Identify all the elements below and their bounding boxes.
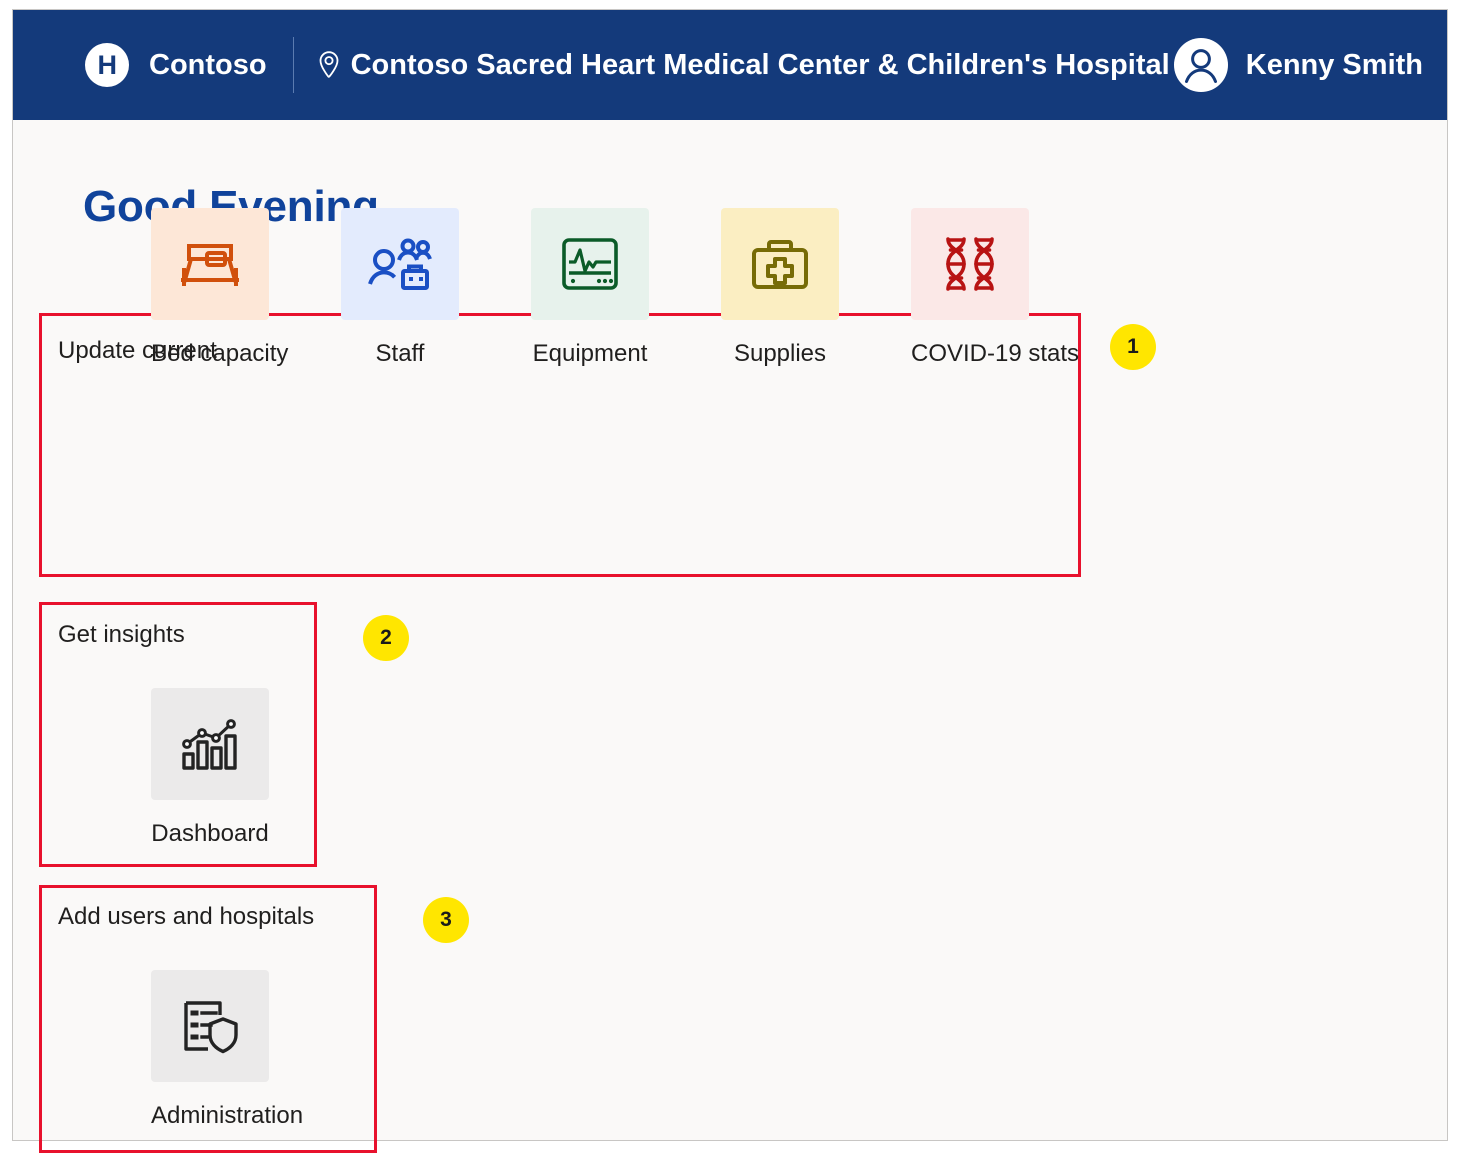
tile-label: Bed capacity: [151, 340, 289, 367]
app-window: H Contoso Contoso Sacred Heart Medical C…: [12, 9, 1448, 1153]
annotation-badge-2: 2: [363, 615, 409, 661]
hospital-h-logo-icon: H: [85, 43, 129, 87]
facility-name: Contoso Sacred Heart Medical Center & Ch…: [350, 48, 1170, 81]
user-name: Kenny Smith: [1245, 48, 1423, 81]
tile-dashboard[interactable]: Dashboard: [151, 688, 269, 848]
page-content: Good Evening 1 Update current Bed capaci…: [13, 120, 1447, 1153]
header-divider: [292, 37, 294, 93]
tile-label: COVID-19 stats: [911, 340, 1080, 367]
annotation-badge-3: 3: [423, 897, 469, 943]
checklist-shield-icon: [151, 970, 269, 1082]
bar-chart-trend-icon: [151, 688, 269, 800]
user-menu[interactable]: Kenny Smith: [1173, 38, 1423, 92]
tile-administration[interactable]: Administration: [151, 970, 304, 1130]
facility-selector[interactable]: Contoso Sacred Heart Medical Center & Ch…: [316, 49, 1170, 82]
tile-supplies[interactable]: Supplies: [721, 208, 839, 368]
tile-covid-19-stats[interactable]: COVID-19 stats: [911, 208, 1080, 368]
bed-icon: [151, 208, 269, 320]
section-title-get-insights: Get insights: [58, 621, 185, 648]
annotation-badge-1: 1: [1110, 324, 1156, 370]
map-pin-icon: [316, 50, 342, 80]
tile-label: Equipment: [532, 340, 648, 367]
dna-helix-icon: [911, 208, 1029, 320]
app-header: H Contoso Contoso Sacred Heart Medical C…: [13, 10, 1447, 120]
user-avatar-icon: [1173, 38, 1228, 92]
brand[interactable]: H Contoso: [85, 43, 267, 87]
tile-label: Administration: [151, 1102, 304, 1129]
tile-label: Dashboard: [151, 820, 269, 847]
first-aid-kit-icon: [721, 208, 839, 320]
tile-staff[interactable]: Staff: [341, 208, 459, 368]
tile-equipment[interactable]: Equipment: [531, 208, 649, 368]
tile-label: Supplies: [733, 340, 827, 367]
brand-name: Contoso: [149, 48, 267, 81]
tile-bed-capacity[interactable]: Bed capacity: [151, 208, 289, 368]
tile-label: Staff: [375, 340, 425, 367]
logo-letter: H: [97, 49, 118, 80]
vitals-monitor-icon: [531, 208, 649, 320]
staff-group-icon: [341, 208, 459, 320]
section-title-add-users: Add users and hospitals: [58, 903, 315, 930]
